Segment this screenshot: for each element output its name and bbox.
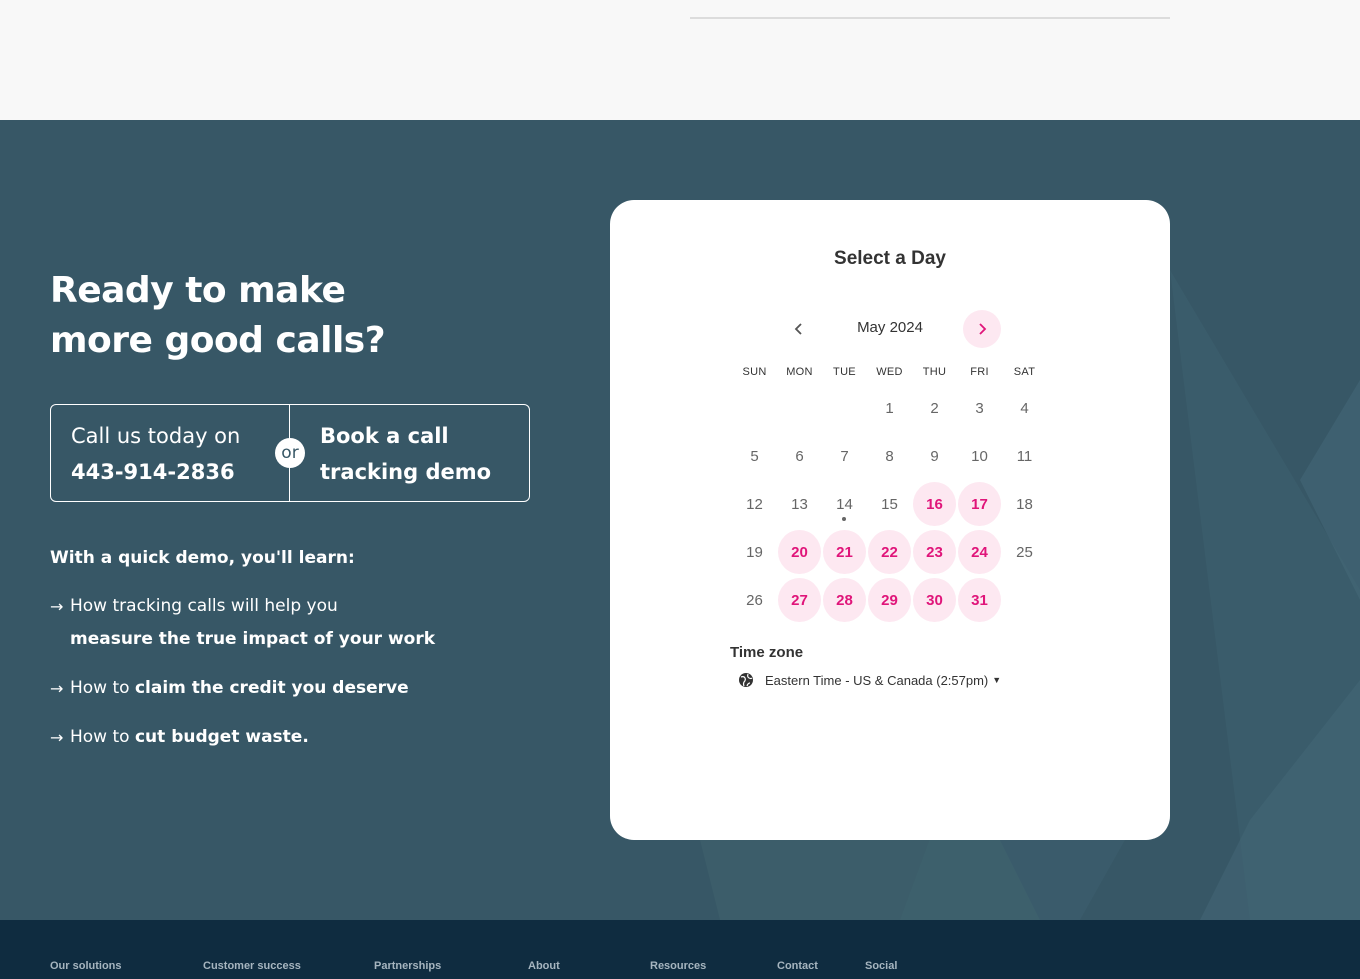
timezone-dropdown[interactable]: Eastern Time - US & Canada (2:57pm) ▼ xyxy=(738,672,1001,688)
calendar-week: 19 20 21 22 23 24 25 xyxy=(732,528,1047,576)
weekday-sun: SUN xyxy=(742,366,767,378)
day-7: 7 xyxy=(840,447,849,465)
footer-link-resources[interactable]: Resources xyxy=(650,960,706,972)
day-5: 5 xyxy=(750,447,759,465)
caret-down-icon: ▼ xyxy=(992,675,1002,685)
day-13: 13 xyxy=(791,495,808,513)
list-item: → How to cut budget waste. xyxy=(50,721,570,754)
arrow-right-icon: → xyxy=(50,597,64,616)
available-day-30[interactable]: 30 xyxy=(913,578,956,622)
learn-title: With a quick demo, you'll learn: xyxy=(50,548,355,568)
weekday-wed: WED xyxy=(876,366,903,378)
book-demo-line-1: Book a call xyxy=(320,424,449,448)
list-item: → How tracking calls will help you measu… xyxy=(50,590,570,656)
available-day-28[interactable]: 28 xyxy=(823,578,866,622)
footer-link-customer-success[interactable]: Customer success xyxy=(203,960,301,972)
day-11: 11 xyxy=(1016,447,1033,465)
weekday-sat: SAT xyxy=(1013,366,1036,378)
divider xyxy=(690,17,1170,19)
arrow-right-icon: → xyxy=(50,728,64,747)
calendar-week: 26 27 28 29 30 31 xyxy=(732,576,1047,624)
next-month-button[interactable] xyxy=(963,310,1001,348)
day-9: 9 xyxy=(930,447,939,465)
arrow-right-icon: → xyxy=(50,679,64,698)
day-8: 8 xyxy=(885,447,894,465)
available-day-29[interactable]: 29 xyxy=(868,578,911,622)
list-item-text: How tracking calls will help you xyxy=(70,596,338,616)
day-19: 19 xyxy=(746,543,763,561)
day-14: 14 xyxy=(822,482,867,526)
footer-link-our-solutions[interactable]: Our solutions xyxy=(50,960,122,972)
timezone-value: Eastern Time - US & Canada (2:57pm) xyxy=(765,672,989,688)
previous-month-button[interactable] xyxy=(780,310,818,348)
empty-day-cell xyxy=(777,386,822,430)
weekday-tue: TUE xyxy=(833,366,856,378)
empty-day-cell xyxy=(822,386,867,430)
scheduler-widget: Select a Day May 2024 SUN MON TUE WED THU FRI… xyxy=(610,200,1170,840)
book-demo-link[interactable]: Book a call tracking demo xyxy=(290,405,529,501)
day-12: 12 xyxy=(746,495,763,513)
day-26: 26 xyxy=(746,591,763,609)
site-footer: Our solutions Customer success Partnersh… xyxy=(0,920,1360,979)
day-6: 6 xyxy=(795,447,804,465)
calendar-week: 5 6 7 8 9 10 11 xyxy=(732,432,1047,480)
chevron-left-icon xyxy=(794,323,802,335)
available-day-22[interactable]: 22 xyxy=(868,530,911,574)
day-4: 4 xyxy=(1020,399,1029,417)
contact-options: Call us today on 443-914-2836 Book a cal… xyxy=(50,404,530,502)
weekday-mon: MON xyxy=(786,366,813,378)
or-badge: or xyxy=(275,438,305,468)
day-10: 10 xyxy=(971,447,988,465)
empty-day-cell xyxy=(1002,578,1047,622)
empty-day-cell xyxy=(732,386,777,430)
day-15: 15 xyxy=(881,495,898,513)
footer-link-partnerships[interactable]: Partnerships xyxy=(374,960,441,972)
weekday-thu: THU xyxy=(922,366,947,378)
day-2: 2 xyxy=(930,399,939,417)
available-day-23[interactable]: 23 xyxy=(913,530,956,574)
top-section xyxy=(0,0,1360,120)
page-headline: Ready to make more good calls? xyxy=(50,266,386,366)
list-item-text: How to xyxy=(70,678,135,698)
available-day-21[interactable]: 21 xyxy=(823,530,866,574)
calendar-week: 12 13 14 15 16 17 18 xyxy=(732,480,1047,528)
list-item-emphasis: measure the true impact of your work xyxy=(70,629,436,649)
day-3: 3 xyxy=(975,399,984,417)
available-day-16[interactable]: 16 xyxy=(913,482,956,526)
available-day-24[interactable]: 24 xyxy=(958,530,1001,574)
available-day-20[interactable]: 20 xyxy=(778,530,821,574)
list-item-text: How to xyxy=(70,727,135,747)
book-demo-line-2: tracking demo xyxy=(320,460,492,484)
list-item-emphasis: cut budget waste. xyxy=(134,727,309,747)
day-1: 1 xyxy=(885,399,894,417)
today-indicator xyxy=(842,517,846,521)
day-25: 25 xyxy=(1016,543,1033,561)
headline-line-2: more good calls? xyxy=(50,320,386,361)
footer-link-about[interactable]: About xyxy=(528,960,560,972)
calendar-title: Select a Day xyxy=(834,248,946,269)
month-label: May 2024 xyxy=(857,319,923,336)
calendar-grid: 1 2 3 4 5 6 7 8 9 10 11 12 13 14 15 16 17 18 19 20 21 22 23 24 2… xyxy=(732,384,1047,624)
headline-line-1: Ready to make xyxy=(50,270,346,311)
phone-number-link[interactable]: 443-914-2836 xyxy=(71,454,269,490)
call-us-text: Call us today on xyxy=(71,424,241,448)
weekday-fri: FRI xyxy=(970,366,989,378)
footer-link-contact[interactable]: Contact xyxy=(777,960,818,972)
weekday-header: SUN MON TUE WED THU FRI SAT xyxy=(732,366,1047,378)
available-day-27[interactable]: 27 xyxy=(778,578,821,622)
footer-link-social[interactable]: Social xyxy=(865,960,897,972)
list-item: → How to claim the credit you deserve xyxy=(50,672,570,705)
learn-list: → How tracking calls will help you measu… xyxy=(50,590,570,770)
timezone-label: Time zone xyxy=(730,644,804,661)
available-day-31[interactable]: 31 xyxy=(958,578,1001,622)
calendar-week: 1 2 3 4 xyxy=(732,384,1047,432)
chevron-right-icon xyxy=(979,323,987,335)
globe-icon xyxy=(739,673,753,687)
day-18: 18 xyxy=(1016,495,1033,513)
cta-section: Ready to make more good calls? Call us t… xyxy=(0,120,1360,920)
list-item-emphasis: claim the credit you deserve xyxy=(134,678,409,698)
available-day-17[interactable]: 17 xyxy=(958,482,1001,526)
call-us-panel: Call us today on 443-914-2836 xyxy=(51,405,290,501)
month-navigation: May 2024 xyxy=(610,310,1170,350)
